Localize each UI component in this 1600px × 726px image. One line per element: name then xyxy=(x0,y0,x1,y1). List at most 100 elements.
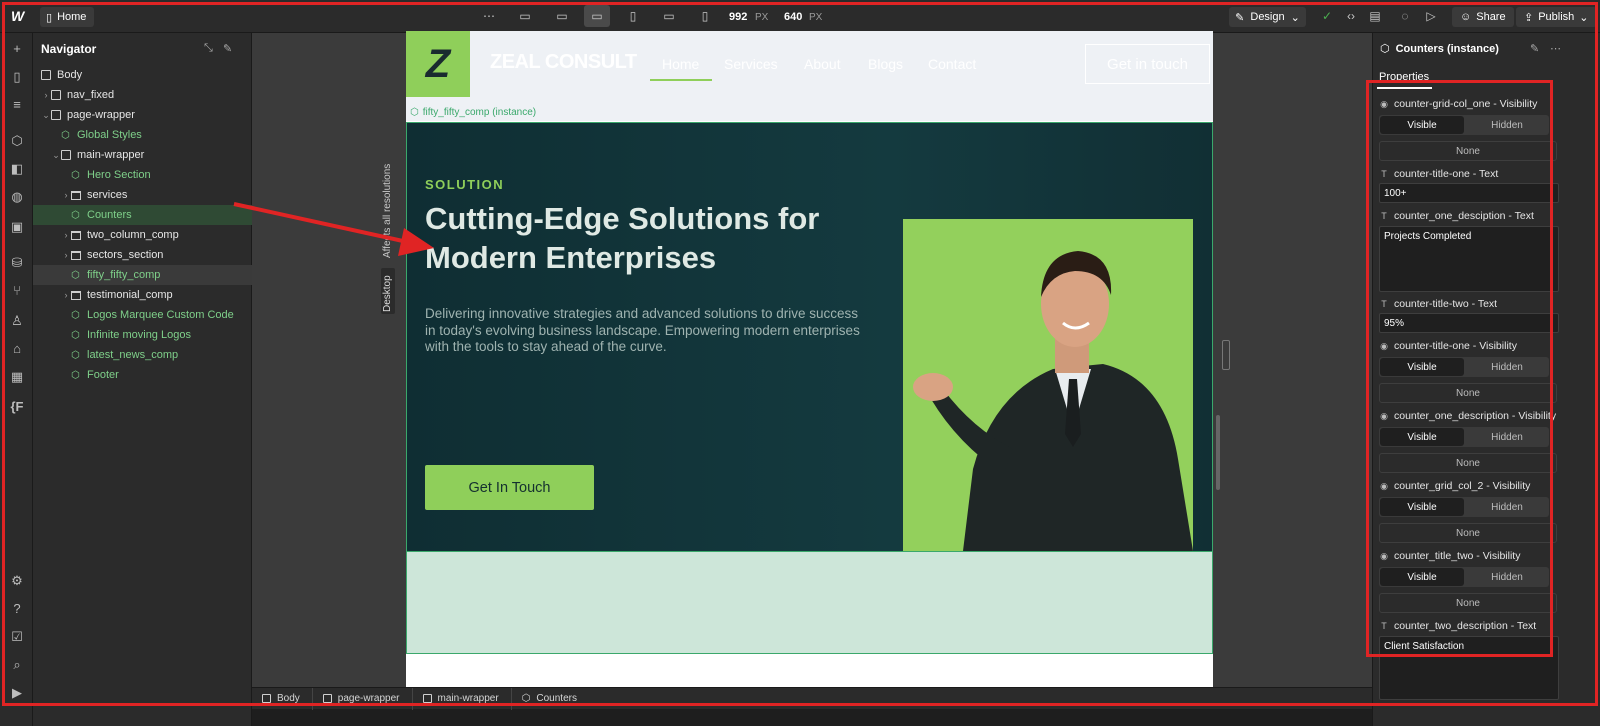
publish-button[interactable]: ⇪ Publish ⌄ xyxy=(1516,7,1597,27)
counter-one-description-textarea[interactable]: Projects Completed xyxy=(1379,226,1559,292)
canvas-scrollbar[interactable] xyxy=(1216,415,1220,490)
breadcrumb-body[interactable]: Body xyxy=(252,687,313,710)
apps-icon[interactable]: ▦ xyxy=(9,369,25,385)
chevron-right-icon[interactable]: › xyxy=(41,90,51,100)
chevron-right-icon[interactable]: › xyxy=(61,250,71,260)
tree-item-main-wrapper[interactable]: ⌄ main-wrapper xyxy=(33,145,252,165)
canvas-height-value[interactable]: 640 xyxy=(784,11,802,23)
hidden-option[interactable]: Hidden xyxy=(1465,497,1549,517)
visible-option[interactable]: Visible xyxy=(1380,116,1464,134)
style-selectors-icon[interactable]: ◧ xyxy=(9,161,25,177)
tree-item-latest-news-comp[interactable]: ⬡ latest_news_comp xyxy=(33,345,252,365)
counter-title-two-input[interactable]: 95% xyxy=(1379,313,1559,333)
page-selector[interactable]: ▯ Home xyxy=(40,7,95,27)
visible-option[interactable]: Visible xyxy=(1380,498,1464,516)
visibility-binding-none[interactable]: None xyxy=(1379,593,1557,613)
mobile-portrait-icon[interactable]: ▯ xyxy=(698,9,712,23)
chevron-right-icon[interactable]: › xyxy=(61,230,71,240)
tree-item-global-styles[interactable]: ⬡ Global Styles xyxy=(33,125,252,145)
finsweet-icon[interactable]: {F xyxy=(9,399,25,415)
check-status-icon[interactable]: ✓ xyxy=(1320,9,1334,23)
cms-icon[interactable]: ⛁ xyxy=(9,255,25,271)
navigator-icon[interactable]: ≡ xyxy=(9,97,25,113)
visible-option[interactable]: Visible xyxy=(1380,568,1464,586)
site-logo[interactable]: Z xyxy=(406,31,470,97)
mobile-landscape-icon[interactable]: ▭ xyxy=(662,9,676,23)
comments-icon[interactable]: ◌ xyxy=(1398,9,1412,23)
hidden-option[interactable]: Hidden xyxy=(1465,115,1549,135)
section-cta-button[interactable]: Get In Touch xyxy=(425,465,594,510)
tablet-icon[interactable]: ▯ xyxy=(626,9,640,23)
tree-item-fifty-fifty-comp[interactable]: ⬡ fifty_fifty_comp xyxy=(33,265,252,285)
visibility-toggle-one-description[interactable]: Visible Hidden xyxy=(1379,427,1549,447)
tree-item-testimonial-comp[interactable]: › testimonial_comp xyxy=(33,285,252,305)
assets-icon[interactable]: ▣ xyxy=(9,219,25,235)
pages-icon[interactable]: ▯ xyxy=(9,69,25,85)
visible-option[interactable]: Visible xyxy=(1380,428,1464,446)
hidden-option[interactable]: Hidden xyxy=(1465,567,1549,587)
logic-icon[interactable]: ⑂ xyxy=(9,283,25,299)
desktop-base-icon[interactable]: ▭ xyxy=(584,5,610,27)
tree-item-nav-fixed[interactable]: › nav_fixed xyxy=(33,85,252,105)
counter-two-description-textarea[interactable]: Client Satisfaction xyxy=(1379,636,1559,700)
chevron-down-icon[interactable]: ⌄ xyxy=(51,150,61,161)
site-menu-services[interactable]: Services xyxy=(724,56,778,72)
visibility-toggle-title-two[interactable]: Visible Hidden xyxy=(1379,567,1549,587)
tree-item-sectors-section[interactable]: › sectors_section xyxy=(33,245,252,265)
desktop-icon[interactable]: ▭ xyxy=(555,9,569,23)
visibility-toggle-grid-col-one[interactable]: Visible Hidden xyxy=(1379,115,1549,135)
tree-item-two-column-comp[interactable]: › two_column_comp xyxy=(33,225,252,245)
visibility-toggle-grid-col-2[interactable]: Visible Hidden xyxy=(1379,497,1549,517)
pin-icon[interactable]: ✎ xyxy=(223,42,232,55)
audit-icon[interactable]: ☑ xyxy=(9,629,25,645)
components-icon[interactable]: ⬡ xyxy=(9,133,25,149)
preview-play-icon[interactable]: ▷ xyxy=(1424,9,1438,23)
site-menu-blogs[interactable]: Blogs xyxy=(868,56,903,72)
visibility-binding-none[interactable]: None xyxy=(1379,383,1557,403)
settings-icon[interactable]: ⚙ xyxy=(9,573,25,589)
search-icon[interactable]: ⌕ xyxy=(9,657,25,673)
variables-icon[interactable]: ◍ xyxy=(9,189,25,205)
counters-section-placeholder[interactable] xyxy=(406,552,1213,654)
more-options-icon[interactable]: ⋯ xyxy=(1550,42,1561,55)
share-button[interactable]: ☺ Share xyxy=(1452,7,1514,27)
visibility-binding-none[interactable]: None xyxy=(1379,523,1557,543)
site-menu-about[interactable]: About xyxy=(804,56,841,72)
counter-title-one-input[interactable]: 100+ xyxy=(1379,183,1559,203)
users-icon[interactable]: ♙ xyxy=(9,313,25,329)
visibility-binding-none[interactable]: None xyxy=(1379,141,1557,161)
tree-item-infinite-logos[interactable]: ⬡ Infinite moving Logos xyxy=(33,325,252,345)
video-icon[interactable]: ▶ xyxy=(9,685,25,701)
more-icon[interactable]: ⋯ xyxy=(482,9,496,23)
breadcrumb-page-wrapper[interactable]: page-wrapper xyxy=(313,687,413,710)
export-icon[interactable]: ▤ xyxy=(1368,9,1382,23)
design-mode-dropdown[interactable]: ✎ Design ⌄ xyxy=(1229,7,1306,27)
tree-item-logos-marquee[interactable]: ⬡ Logos Marquee Custom Code xyxy=(33,305,252,325)
chevron-right-icon[interactable]: › xyxy=(61,290,71,300)
visible-option[interactable]: Visible xyxy=(1380,358,1464,376)
tree-item-counters[interactable]: ⬡ Counters xyxy=(33,205,252,225)
canvas-resize-handle[interactable] xyxy=(1222,340,1230,370)
tree-item-hero-section[interactable]: ⬡ Hero Section xyxy=(33,165,252,185)
tree-item-footer[interactable]: ⬡ Footer xyxy=(33,365,252,385)
tree-item-body[interactable]: Body xyxy=(33,65,252,85)
site-menu-contact[interactable]: Contact xyxy=(928,56,976,72)
canvas-width-value[interactable]: 992 xyxy=(729,11,747,23)
add-icon[interactable]: + xyxy=(9,41,25,57)
chevron-down-icon[interactable]: ⌄ xyxy=(41,110,51,121)
tab-properties[interactable]: Properties xyxy=(1379,71,1429,83)
ecommerce-icon[interactable]: ⌂ xyxy=(9,341,25,357)
edit-component-icon[interactable]: ✎ xyxy=(1530,42,1539,55)
hidden-option[interactable]: Hidden xyxy=(1465,427,1549,447)
code-icon[interactable]: ‹› xyxy=(1344,9,1358,23)
site-preview[interactable]: Z ZEAL CONSULT Home Services About Blogs… xyxy=(406,31,1213,687)
desktop-large-icon[interactable]: ▭ xyxy=(518,9,532,23)
breadcrumb-counters[interactable]: ⬡ Counters xyxy=(512,688,589,710)
visibility-binding-none[interactable]: None xyxy=(1379,453,1557,473)
site-menu-home[interactable]: Home xyxy=(662,56,699,72)
webflow-logo-icon[interactable]: W xyxy=(11,8,29,26)
tree-item-services[interactable]: › services xyxy=(33,185,252,205)
breadcrumb-main-wrapper[interactable]: main-wrapper xyxy=(413,687,512,710)
visibility-toggle-title-one[interactable]: Visible Hidden xyxy=(1379,357,1549,377)
hidden-option[interactable]: Hidden xyxy=(1465,357,1549,377)
